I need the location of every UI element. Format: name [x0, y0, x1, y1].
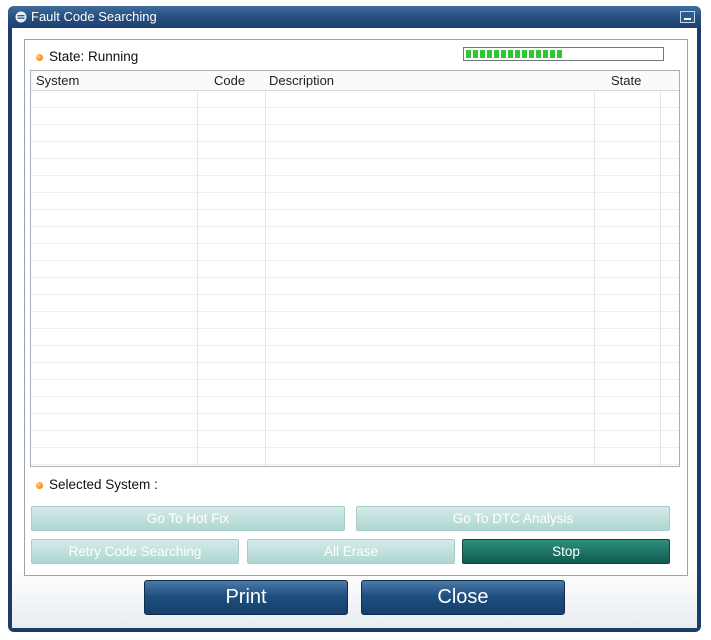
status-dot-icon: [36, 54, 43, 61]
table-rows: [31, 91, 679, 466]
fault-code-table: System Code Description State: [30, 70, 680, 467]
selected-system-label: Selected System :: [49, 477, 158, 492]
retry-code-searching-button[interactable]: Retry Code Searching: [31, 539, 239, 564]
column-header-code[interactable]: Code: [214, 73, 245, 88]
app-icon: [15, 11, 27, 23]
print-button[interactable]: Print: [144, 580, 348, 615]
column-divider: [197, 71, 198, 466]
column-header-description[interactable]: Description: [269, 73, 334, 88]
column-header-system[interactable]: System: [36, 73, 79, 88]
table-header: System Code Description State: [31, 71, 679, 91]
go-to-dtc-analysis-button[interactable]: Go To DTC Analysis: [356, 506, 670, 531]
column-divider: [660, 71, 661, 466]
search-progress-bar: [463, 47, 664, 61]
progress-fill: [466, 50, 564, 58]
stop-button[interactable]: Stop: [462, 539, 670, 564]
column-divider: [594, 71, 595, 466]
all-erase-button[interactable]: All Erase: [247, 539, 455, 564]
minimize-button[interactable]: [680, 11, 695, 23]
window-title: Fault Code Searching: [31, 9, 157, 24]
column-header-state[interactable]: State: [611, 73, 641, 88]
close-button[interactable]: Close: [361, 580, 565, 615]
search-panel: State: Running System Code Description S…: [24, 39, 688, 576]
fault-code-window: Fault Code Searching State: Running Syst…: [8, 6, 701, 632]
go-to-hot-fix-button[interactable]: Go To Hot Fix: [31, 506, 345, 531]
status-label: State: Running: [49, 49, 139, 64]
title-bar: Fault Code Searching: [8, 6, 701, 28]
column-divider: [265, 71, 266, 466]
selected-dot-icon: [36, 482, 43, 489]
window-client-area: State: Running System Code Description S…: [12, 28, 697, 628]
